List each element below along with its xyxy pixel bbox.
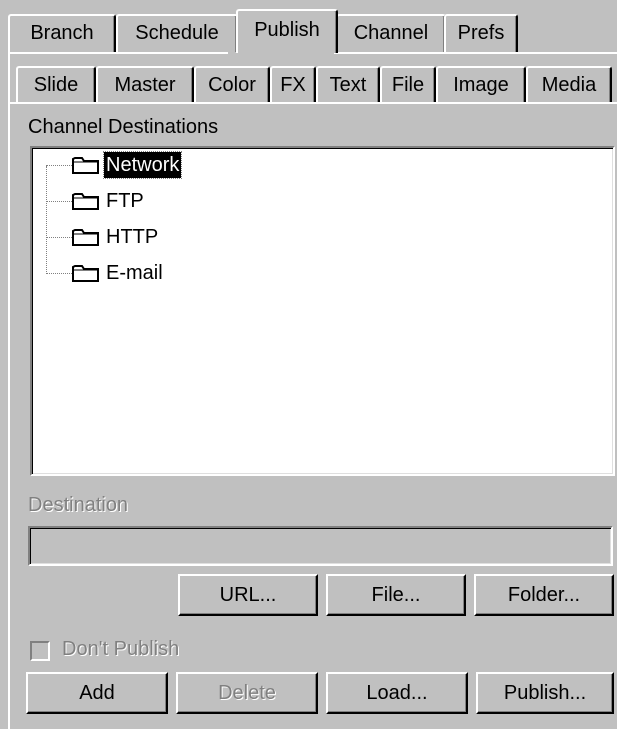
tab-divider xyxy=(334,52,617,54)
tab-divider xyxy=(8,102,617,104)
tree-connector xyxy=(46,166,47,274)
delete-button[interactable]: Delete xyxy=(176,672,318,714)
tree-label-ftp: FTP xyxy=(106,190,144,212)
add-button[interactable]: Add xyxy=(26,672,168,714)
tab-master[interactable]: Master xyxy=(96,66,194,102)
file-button[interactable]: File... xyxy=(326,574,466,616)
tab-color[interactable]: Color xyxy=(194,66,270,102)
tab-divider xyxy=(8,52,228,54)
tab-schedule[interactable]: Schedule xyxy=(116,14,238,52)
tab-text[interactable]: Text xyxy=(316,66,380,102)
load-button[interactable]: Load... xyxy=(326,672,468,714)
destination-label: Destination xyxy=(28,494,129,516)
url-button[interactable]: URL... xyxy=(178,574,318,616)
dont-publish-checkbox[interactable] xyxy=(30,641,50,661)
main-tab-bar: Branch Schedule Publish Channel Prefs xyxy=(8,9,518,53)
tab-branch[interactable]: Branch xyxy=(8,14,116,52)
tree-label-email: E-mail xyxy=(106,262,163,284)
panel-edge xyxy=(8,52,10,729)
folder-button[interactable]: Folder... xyxy=(474,574,614,616)
destination-field[interactable] xyxy=(28,526,613,566)
sub-tab-bar: Slide Master Color FX Text File Image Me… xyxy=(16,66,612,102)
folder-icon xyxy=(72,157,99,174)
folder-icon xyxy=(72,265,99,282)
tab-slide[interactable]: Slide xyxy=(16,66,96,102)
tab-channel[interactable]: Channel xyxy=(336,14,446,52)
tab-image[interactable]: Image xyxy=(436,66,526,102)
tab-publish[interactable]: Publish xyxy=(236,9,338,53)
folder-icon xyxy=(72,229,99,246)
folder-icon xyxy=(72,193,99,210)
tab-file[interactable]: File xyxy=(380,66,436,102)
tab-media[interactable]: Media xyxy=(526,66,612,102)
destinations-heading: Channel Destinations xyxy=(28,116,219,138)
tree-label-http: HTTP xyxy=(106,226,159,248)
publish-button[interactable]: Publish... xyxy=(476,672,614,714)
dont-publish-label: Don't Publish xyxy=(62,638,180,660)
tab-fx[interactable]: FX xyxy=(270,66,316,102)
tab-prefs[interactable]: Prefs xyxy=(444,14,518,52)
destinations-tree[interactable]: Network FTP HTTP E-mail xyxy=(30,146,615,476)
tree-label-network: Network xyxy=(102,151,183,179)
